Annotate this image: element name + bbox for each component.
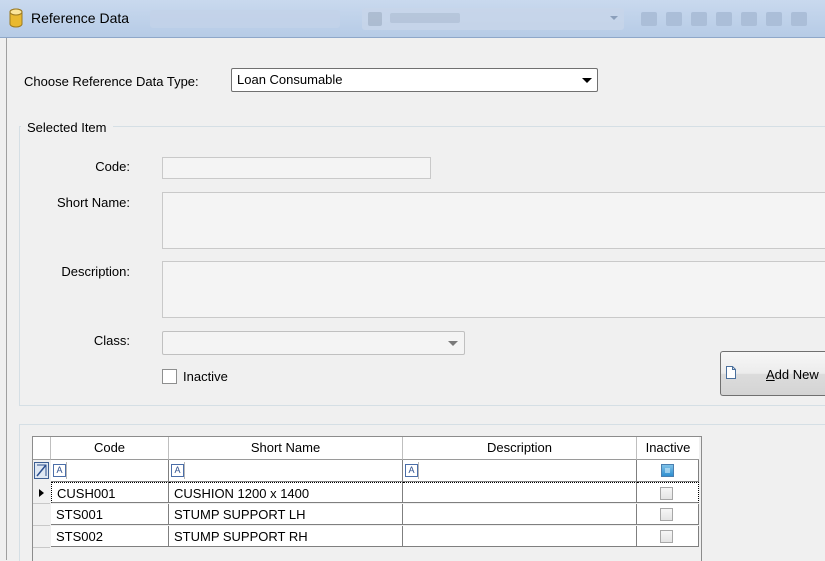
row-selector[interactable] (33, 504, 50, 526)
inactive-row-checkbox[interactable] (660, 530, 673, 543)
window-title: Reference Data (31, 10, 130, 26)
add-new-button[interactable]: Add New (720, 351, 825, 396)
selected-item-title: Selected Item (21, 120, 113, 135)
code-label: Code: (95, 159, 130, 174)
chevron-down-icon[interactable] (448, 341, 458, 346)
table-cell-short-name[interactable]: CUSHION 1200 x 1400 (169, 482, 403, 503)
reference-type-label: Choose Reference Data Type: (24, 74, 199, 89)
inactive-label: Inactive (183, 369, 228, 384)
toolbar-icon[interactable] (791, 12, 807, 26)
inactive-row-checkbox[interactable] (660, 487, 673, 500)
short-name-field[interactable] (162, 192, 825, 249)
toolbar-icon[interactable] (641, 12, 657, 26)
row-selector[interactable] (33, 482, 50, 504)
table-cell-description[interactable] (403, 504, 637, 525)
client-area: Choose Reference Data Type: Loan Consuma… (6, 38, 825, 561)
description-label: Description: (61, 264, 130, 279)
toolbar-icon[interactable] (666, 12, 682, 26)
toolbar-icon[interactable] (766, 12, 782, 26)
text-filter-icon[interactable]: A (53, 462, 67, 479)
chevron-down-icon (610, 16, 618, 20)
filter-cell-code[interactable]: A (51, 460, 169, 482)
filter-cell-description[interactable]: A (403, 460, 637, 482)
current-row-arrow-icon (39, 489, 44, 497)
table-cell-code[interactable]: CUSH001 (51, 482, 169, 503)
class-label: Class: (93, 333, 130, 348)
table-cell-inactive[interactable] (637, 504, 699, 525)
toolbar-icon[interactable] (741, 12, 757, 26)
database-icon (9, 8, 23, 28)
add-new-mnemonic: A (766, 367, 775, 382)
code-field[interactable] (162, 157, 431, 179)
table-cell-inactive[interactable] (637, 482, 699, 503)
row-selector[interactable] (33, 526, 50, 548)
column-header-code[interactable]: Code (51, 437, 169, 460)
table-cell-description[interactable] (403, 482, 637, 503)
table-cell-code[interactable]: STS002 (51, 526, 169, 547)
text-filter-icon[interactable]: A (405, 462, 419, 479)
short-name-label: Short Name: (57, 195, 130, 210)
class-select[interactable] (162, 331, 465, 355)
title-bar: Reference Data (0, 0, 825, 38)
blurred-title-area (150, 10, 340, 28)
clear-filter-icon[interactable] (34, 462, 49, 479)
table-cell-short-name[interactable]: STUMP SUPPORT RH (169, 526, 403, 547)
blurred-selection (390, 13, 460, 23)
toolbar-icon[interactable] (691, 12, 707, 26)
blurred-icon (368, 12, 382, 26)
blurred-toolbar-combo[interactable] (362, 8, 624, 30)
new-document-icon (726, 366, 736, 379)
filter-checkbox[interactable] (661, 464, 674, 477)
table-cell-description[interactable] (403, 526, 637, 547)
table-cell-code[interactable]: STS001 (51, 504, 169, 525)
inactive-row-checkbox[interactable] (660, 508, 673, 521)
reference-data-grid[interactable]: Code Short Name Description Inactive A A… (32, 436, 702, 561)
column-header-description[interactable]: Description (403, 437, 637, 460)
reference-type-value: Loan Consumable (237, 72, 343, 87)
chevron-down-icon[interactable] (582, 78, 592, 83)
description-field[interactable] (162, 261, 825, 318)
filter-cell-inactive[interactable] (637, 460, 699, 482)
toolbar-icon[interactable] (716, 12, 732, 26)
filter-cell-short-name[interactable]: A (169, 460, 403, 482)
inactive-checkbox[interactable] (162, 369, 177, 384)
table-cell-inactive[interactable] (637, 526, 699, 547)
column-header-short-name[interactable]: Short Name (169, 437, 403, 460)
reference-type-select[interactable]: Loan Consumable (231, 68, 598, 92)
grid-header-corner (33, 437, 51, 460)
text-filter-icon[interactable]: A (171, 462, 185, 479)
column-header-inactive[interactable]: Inactive (637, 437, 699, 460)
add-new-label-rest: dd New (774, 367, 819, 382)
add-new-label: Add New (766, 367, 819, 382)
table-cell-short-name[interactable]: STUMP SUPPORT LH (169, 504, 403, 525)
